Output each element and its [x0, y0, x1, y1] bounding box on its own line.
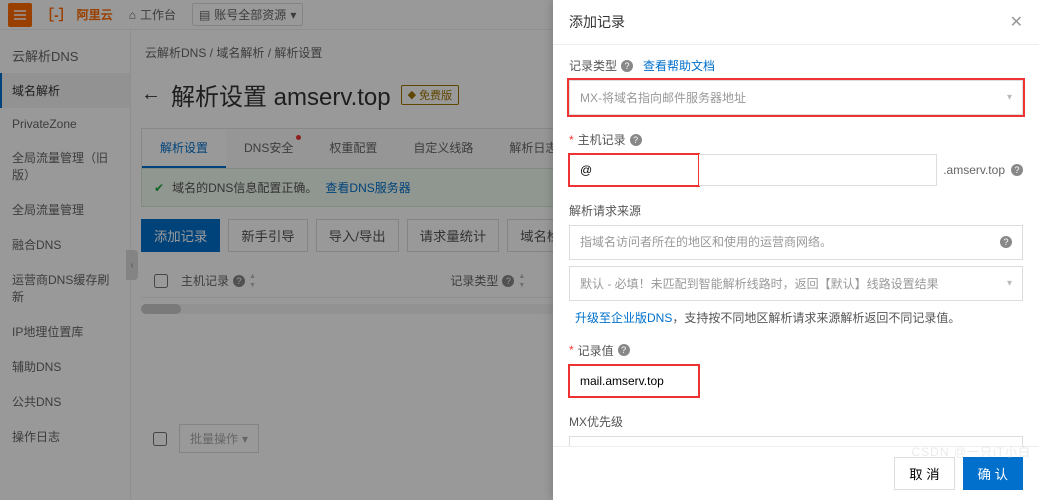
help-icon[interactable]: ? — [502, 275, 514, 287]
tab-weight[interactable]: 权重配置 — [311, 129, 395, 168]
stack-icon: ▤ — [199, 8, 210, 22]
aliyun-logo-icon: ［-］ — [40, 5, 73, 25]
batch-checkbox[interactable] — [153, 432, 167, 446]
tab-custom-line[interactable]: 自定义线路 — [395, 129, 491, 168]
line-label: 解析请求来源 — [569, 202, 641, 219]
workspace-link[interactable]: ⌂ 工作台 — [121, 6, 184, 23]
import-export-button[interactable]: 导入/导出 — [316, 219, 399, 252]
line-upgrade-note: 升级至企业版DNS，支持按不同地区解析请求来源解析返回不同记录值。 — [569, 309, 1023, 326]
hamburger-button[interactable] — [8, 3, 32, 27]
help-icon[interactable]: ? — [1011, 164, 1023, 176]
record-type-label: 记录类型 — [569, 57, 617, 74]
sidebar-item-domain-resolve[interactable]: 域名解析 — [0, 73, 130, 108]
success-check-icon: ✔ — [154, 181, 164, 195]
upgrade-link[interactable]: 升级至企业版DNS — [575, 311, 672, 325]
chevron-down-icon: ▾ — [290, 8, 296, 22]
dns-status-text: 域名的DNS信息配置正确。 — [172, 179, 317, 196]
sidebar-item-gtm[interactable]: 全局流量管理 — [0, 192, 130, 227]
sidebar-item-privatezone[interactable]: PrivateZone — [0, 108, 130, 140]
view-dns-link[interactable]: 查看DNS服务器 — [325, 179, 410, 196]
drawer-header: 添加记录 ✕ — [553, 0, 1039, 45]
account-scope-select[interactable]: ▤ 账号全部资源 ▾ — [192, 3, 303, 26]
help-icon[interactable]: ? — [621, 60, 633, 72]
sidebar-item-public-dns[interactable]: 公共DNS — [0, 384, 130, 419]
help-icon[interactable]: ? — [630, 134, 642, 146]
page-title: 解析设置 amserv.top — [171, 77, 391, 112]
request-stats-button[interactable]: 请求量统计 — [407, 219, 500, 252]
sidebar-item-isp-cache[interactable]: 运营商DNS缓存刷新 — [0, 262, 130, 314]
th-host[interactable]: 主机记录? — [181, 272, 450, 289]
logo-text: 阿里云 — [77, 6, 113, 23]
add-record-drawer: 添加记录 ✕ 记录类型 ? 查看帮助文档 MX-将域名指向邮件服务器地址 ▾ *… — [553, 0, 1039, 500]
sidebar-collapse-handle[interactable]: ‹ — [126, 250, 138, 280]
domain-suffix: .amserv.top — [943, 163, 1005, 177]
sort-icon[interactable] — [249, 274, 259, 288]
drawer-body: 记录类型 ? 查看帮助文档 MX-将域名指向邮件服务器地址 ▾ * 主机记录 ?… — [553, 45, 1039, 500]
tab-resolve-settings[interactable]: 解析设置 — [142, 129, 226, 168]
breadcrumb-root[interactable]: 云解析DNS — [145, 46, 206, 60]
scroll-thumb[interactable] — [141, 304, 181, 314]
sidebar-item-fusion-dns[interactable]: 融合DNS — [0, 227, 130, 262]
add-record-button[interactable]: 添加记录 — [141, 219, 220, 252]
host-record-input-ext[interactable] — [699, 154, 937, 186]
drawer-title: 添加记录 — [569, 12, 625, 32]
back-arrow-icon[interactable]: ← — [141, 83, 161, 106]
badge-icon: ◆ — [408, 88, 416, 101]
batch-action-select[interactable]: 批量操作▾ — [179, 424, 259, 453]
chevron-down-icon: ▾ — [1007, 92, 1012, 103]
notification-dot-icon — [296, 135, 301, 140]
logo[interactable]: ［-］ 阿里云 — [40, 5, 113, 25]
host-record-input[interactable] — [569, 154, 699, 186]
help-doc-link[interactable]: 查看帮助文档 — [643, 57, 715, 74]
sidebar-item-secondary-dns[interactable]: 辅助DNS — [0, 349, 130, 384]
watermark: CSDN @一只iT小白 — [911, 443, 1031, 460]
record-value-input[interactable] — [569, 365, 699, 397]
home-icon: ⌂ — [129, 8, 136, 22]
mx-priority-label: MX优先级 — [569, 413, 623, 430]
sort-icon[interactable] — [518, 274, 528, 288]
sidebar-item-geo-ip[interactable]: IP地理位置库 — [0, 314, 130, 349]
guide-button[interactable]: 新手引导 — [228, 219, 307, 252]
help-icon[interactable]: ? — [233, 275, 245, 287]
help-icon[interactable]: ? — [618, 344, 630, 356]
record-value-label: 记录值 — [578, 342, 614, 359]
chevron-down-icon: ▾ — [242, 432, 248, 446]
sidebar: 云解析DNS 域名解析 PrivateZone 全局流量管理（旧版） 全局流量管… — [0, 30, 131, 500]
sidebar-title: 云解析DNS — [0, 38, 130, 73]
free-version-badge: ◆ 免费版 — [401, 85, 459, 105]
line-select[interactable]: 默认 - 必填！未匹配到智能解析线路时，返回【默认】线路设置结果 ▾ — [569, 266, 1023, 301]
host-record-label: 主机记录 — [578, 131, 626, 148]
help-icon[interactable]: ? — [1000, 236, 1012, 248]
close-icon[interactable]: ✕ — [1010, 12, 1023, 32]
select-all-checkbox[interactable] — [154, 274, 168, 288]
record-type-select[interactable]: MX-将域名指向邮件服务器地址 ▾ — [569, 80, 1023, 115]
breadcrumb-leaf: 解析设置 — [274, 46, 322, 60]
cancel-button[interactable]: 取 消 — [894, 457, 954, 490]
sidebar-item-gtm-old[interactable]: 全局流量管理（旧版） — [0, 140, 130, 192]
line-description: 指域名访问者所在的地区和使用的运营商网络。 ? — [569, 225, 1023, 260]
breadcrumb-mid[interactable]: 域名解析 — [216, 46, 264, 60]
tab-dns-security[interactable]: DNS安全 — [226, 129, 311, 168]
sidebar-item-logs[interactable]: 操作日志 — [0, 419, 130, 454]
chevron-down-icon: ▾ — [1007, 278, 1012, 289]
confirm-button[interactable]: 确 认 — [963, 457, 1023, 490]
